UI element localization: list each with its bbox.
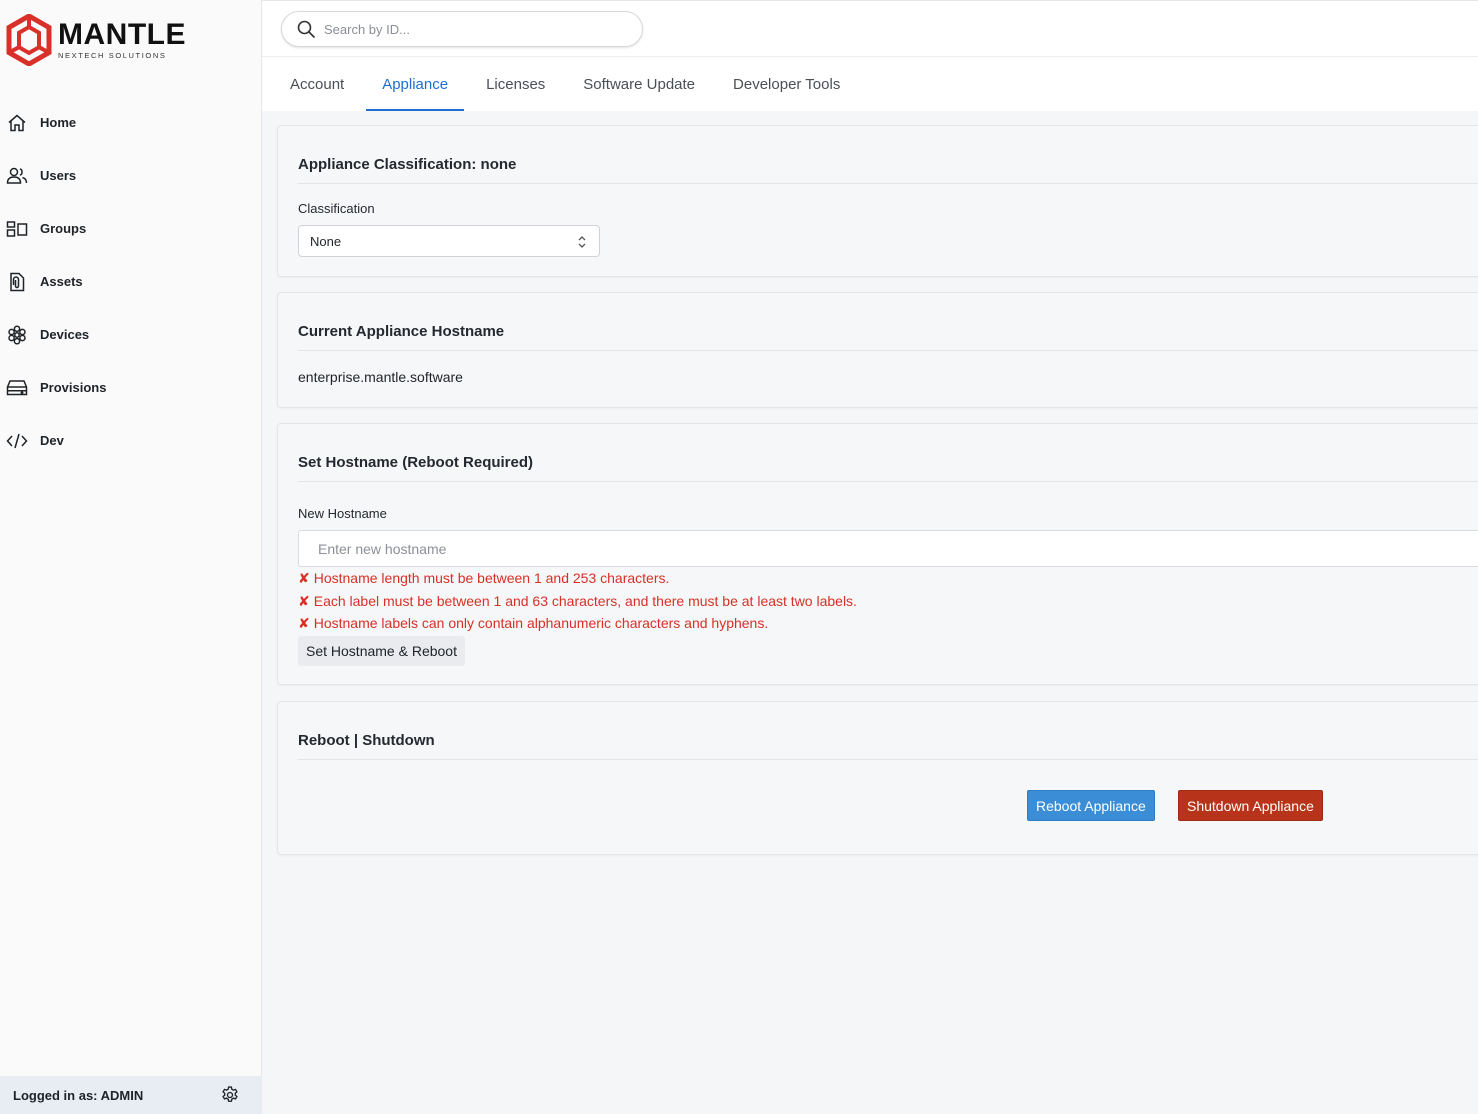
error-x-icon: ✘ bbox=[298, 570, 310, 586]
classification-selected-value: None bbox=[310, 233, 342, 249]
brand-name: MANTLE bbox=[58, 18, 186, 51]
brand-tagline: NEXTECH SOLUTIONS bbox=[58, 51, 167, 60]
logged-in-label: Logged in as: ADMIN bbox=[13, 1087, 144, 1103]
sidebar-footer: Logged in as: ADMIN bbox=[0, 1076, 262, 1114]
current-hostname-title: Current Appliance Hostname bbox=[298, 323, 1478, 351]
app-root: MANTLE NEXTECH SOLUTIONS Home Users Grou… bbox=[0, 0, 1478, 1114]
classification-label: Classification bbox=[298, 201, 375, 216]
set-hostname-reboot-button[interactable]: Set Hostname & Reboot bbox=[298, 636, 465, 666]
sidebar-item-groups[interactable]: Groups bbox=[0, 202, 262, 255]
topbar bbox=[262, 0, 1478, 57]
sidebar-item-dev[interactable]: Dev bbox=[0, 414, 262, 467]
set-hostname-card: Set Hostname (Reboot Required) New Hostn… bbox=[277, 423, 1478, 685]
sidebar-item-label: Devices bbox=[40, 327, 90, 342]
hostname-error: ✘ Hostname length must be between 1 and 2… bbox=[298, 570, 669, 587]
current-hostname-value: enterprise.mantle.software bbox=[298, 369, 463, 385]
logo[interactable]: MANTLE NEXTECH SOLUTIONS bbox=[6, 14, 186, 66]
sidebar-item-label: Groups bbox=[40, 221, 87, 236]
sidebar-item-home[interactable]: Home bbox=[0, 96, 262, 149]
sidebar-item-assets[interactable]: Assets bbox=[0, 255, 262, 308]
sidebar-item-label: Dev bbox=[40, 433, 64, 448]
power-title: Reboot | Shutdown bbox=[298, 732, 1478, 760]
new-hostname-input[interactable] bbox=[298, 530, 1478, 567]
sidebar-item-users[interactable]: Users bbox=[0, 149, 262, 202]
sidebar-nav: Home Users Groups Assets Devices Provisi… bbox=[0, 96, 262, 467]
search-box[interactable] bbox=[281, 11, 643, 47]
tab-account[interactable]: Account bbox=[274, 57, 360, 111]
gear-icon[interactable] bbox=[220, 1085, 240, 1105]
devices-icon bbox=[6, 324, 28, 346]
code-icon bbox=[6, 430, 28, 452]
error-text: Hostname labels can only contain alphanu… bbox=[313, 615, 769, 631]
sidebar-item-label: Assets bbox=[40, 274, 83, 289]
search-icon bbox=[296, 19, 316, 39]
sidebar: MANTLE NEXTECH SOLUTIONS Home Users Grou… bbox=[0, 0, 262, 1114]
power-card: Reboot | Shutdown Reboot Appliance Shutd… bbox=[277, 701, 1478, 855]
sidebar-item-label: Provisions bbox=[40, 380, 107, 395]
hostname-error: ✘ Each label must be between 1 and 63 cha… bbox=[298, 593, 857, 610]
sidebar-item-devices[interactable]: Devices bbox=[0, 308, 262, 361]
mantle-logo-icon bbox=[6, 14, 52, 66]
reboot-appliance-button[interactable]: Reboot Appliance bbox=[1027, 790, 1155, 821]
sidebar-item-provisions[interactable]: Provisions bbox=[0, 361, 262, 414]
error-x-icon: ✘ bbox=[298, 615, 310, 631]
tab-developer-tools[interactable]: Developer Tools bbox=[717, 57, 856, 111]
error-text: Each label must be between 1 and 63 char… bbox=[313, 593, 857, 609]
tab-software-update[interactable]: Software Update bbox=[567, 57, 711, 111]
search-input[interactable] bbox=[324, 21, 624, 37]
tab-appliance[interactable]: Appliance bbox=[366, 57, 464, 111]
tab-licenses[interactable]: Licenses bbox=[470, 57, 561, 111]
main-content: Appliance Classification: none Classific… bbox=[262, 111, 1478, 1114]
logo-text: MANTLE NEXTECH SOLUTIONS bbox=[58, 18, 186, 61]
users-icon bbox=[6, 165, 28, 187]
provisions-icon bbox=[6, 377, 28, 399]
shutdown-appliance-button[interactable]: Shutdown Appliance bbox=[1178, 790, 1323, 821]
chevron-updown-icon bbox=[577, 235, 587, 252]
hostname-error: ✘ Hostname labels can only contain alphan… bbox=[298, 615, 768, 632]
classification-select[interactable]: None bbox=[298, 225, 600, 257]
sidebar-item-label: Users bbox=[40, 168, 77, 183]
home-icon bbox=[6, 112, 28, 134]
assets-icon bbox=[6, 271, 28, 293]
settings-tabs: Account Appliance Licenses Software Upda… bbox=[262, 57, 1478, 111]
set-hostname-title: Set Hostname (Reboot Required) bbox=[298, 454, 1478, 482]
new-hostname-label: New Hostname bbox=[298, 506, 387, 521]
error-text: Hostname length must be between 1 and 25… bbox=[313, 570, 670, 586]
groups-icon bbox=[6, 218, 28, 240]
error-x-icon: ✘ bbox=[298, 593, 310, 609]
classification-card: Appliance Classification: none Classific… bbox=[277, 125, 1478, 277]
current-hostname-card: Current Appliance Hostname enterprise.ma… bbox=[277, 292, 1478, 408]
sidebar-item-label: Home bbox=[40, 115, 77, 130]
classification-title: Appliance Classification: none bbox=[298, 156, 1478, 184]
